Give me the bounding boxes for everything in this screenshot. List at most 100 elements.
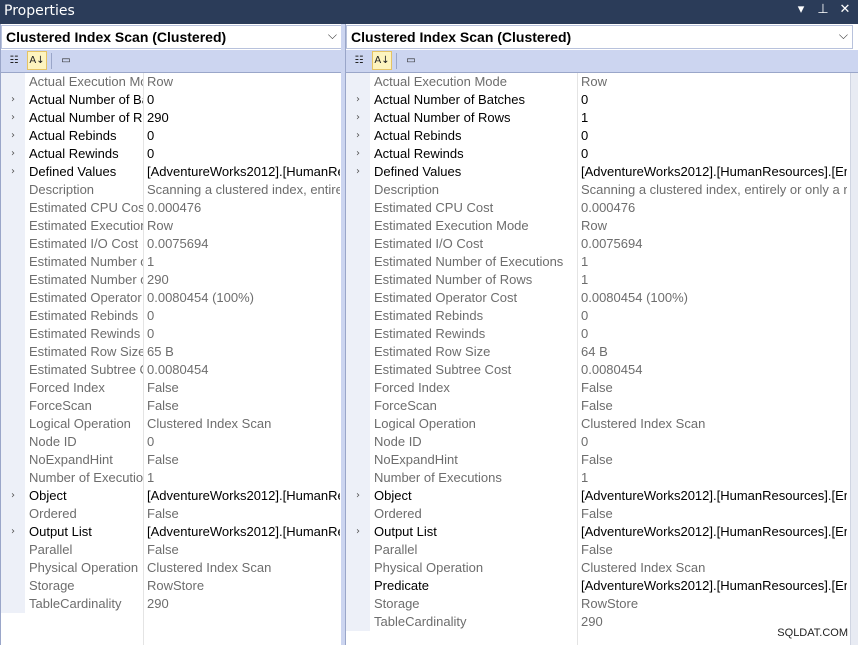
chevron-down-icon[interactable]: ⌵ <box>328 28 337 43</box>
property-value[interactable]: 0 <box>147 128 340 143</box>
categorized-icon[interactable]: ☷ <box>5 52 23 69</box>
property-row[interactable]: Estimated Row Size 64 B <box>346 343 849 361</box>
property-row[interactable]: Estimated Operator Cost 0.0080454 (100%) <box>1 289 342 307</box>
property-value[interactable]: 1 <box>581 110 847 125</box>
column-divider[interactable] <box>143 73 144 645</box>
property-row[interactable]: Forced Index False <box>1 379 342 397</box>
property-value[interactable]: 0.0075694 <box>581 236 847 251</box>
property-row[interactable]: Storage RowStore <box>1 577 342 595</box>
property-row[interactable]: Estimated CPU Cost 0.000476 <box>346 199 849 217</box>
property-row[interactable]: › Actual Rewinds 0 <box>1 145 342 163</box>
property-value[interactable]: 64 B <box>581 344 847 359</box>
property-row[interactable]: Node ID 0 <box>346 433 849 451</box>
property-pages-icon[interactable]: ▭ <box>402 52 420 69</box>
property-value[interactable]: 290 <box>147 596 340 611</box>
property-value[interactable]: 0 <box>581 308 847 323</box>
property-value[interactable]: 65 B <box>147 344 340 359</box>
expand-chevron-icon[interactable]: › <box>346 127 370 145</box>
property-value[interactable]: False <box>147 398 340 413</box>
property-row[interactable]: NoExpandHint False <box>346 451 849 469</box>
expand-chevron-icon[interactable]: › <box>1 487 25 505</box>
expand-chevron-icon[interactable]: › <box>1 91 25 109</box>
property-value[interactable]: 0 <box>147 308 340 323</box>
property-row[interactable]: › Actual Rebinds 0 <box>1 127 342 145</box>
property-row[interactable]: Description Scanning a clustered index, e… <box>346 181 849 199</box>
property-value[interactable]: Clustered Index Scan <box>147 416 340 431</box>
property-row[interactable]: Actual Execution Mode Row <box>346 73 849 91</box>
property-value[interactable]: RowStore <box>147 578 340 593</box>
property-row[interactable]: Number of Executions 1 <box>1 469 342 487</box>
property-value[interactable]: 0.0080454 <box>147 362 340 377</box>
property-row[interactable]: Estimated Row Size 65 B <box>1 343 342 361</box>
alphabetical-icon[interactable]: A↓ <box>372 51 392 70</box>
property-value[interactable]: 0.0080454 (100%) <box>147 290 340 305</box>
expand-chevron-icon[interactable]: › <box>346 109 370 127</box>
property-row[interactable]: Estimated Operator Cost 0.0080454 (100%) <box>346 289 849 307</box>
property-row[interactable]: Estimated Subtree Cost 0.0080454 <box>1 361 342 379</box>
property-value[interactable]: Row <box>147 218 340 233</box>
property-value[interactable]: 0.0080454 <box>581 362 847 377</box>
property-value[interactable]: [AdventureWorks2012].[HumanResources].[E… <box>581 524 847 539</box>
property-value[interactable]: False <box>581 452 847 467</box>
property-row[interactable]: Forced Index False <box>346 379 849 397</box>
property-value[interactable]: Clustered Index Scan <box>147 560 340 575</box>
property-pages-icon[interactable]: ▭ <box>57 52 75 69</box>
property-row[interactable]: › Actual Number of Rows 290 <box>1 109 342 127</box>
property-row[interactable]: Number of Executions 1 <box>346 469 849 487</box>
property-row[interactable]: TableCardinality 290 <box>1 595 342 613</box>
property-row[interactable]: › Actual Rebinds 0 <box>346 127 849 145</box>
property-value[interactable]: 0 <box>581 434 847 449</box>
property-value[interactable]: [AdventureWorks2012].[HumanResources].[E… <box>147 164 340 179</box>
property-value[interactable]: False <box>147 452 340 467</box>
property-row[interactable]: Estimated Rebinds 0 <box>346 307 849 325</box>
property-row[interactable]: › Output List [AdventureWorks2012].[HumanR… <box>1 523 342 541</box>
property-value[interactable]: False <box>581 398 847 413</box>
property-row[interactable]: Predicate [AdventureWorks2012].[HumanReso… <box>346 577 849 595</box>
property-value[interactable]: 290 <box>147 110 340 125</box>
property-value[interactable]: 0.000476 <box>581 200 847 215</box>
property-value[interactable]: 0 <box>581 326 847 341</box>
property-value[interactable]: 0.0075694 <box>147 236 340 251</box>
property-value[interactable]: [AdventureWorks2012].[HumanResources].[E… <box>147 488 340 503</box>
expand-chevron-icon[interactable]: › <box>1 109 25 127</box>
property-row[interactable]: Estimated CPU Cost 0.000476 <box>1 199 342 217</box>
property-row[interactable]: Ordered False <box>346 505 849 523</box>
property-value[interactable]: RowStore <box>581 596 847 611</box>
property-row[interactable]: Estimated Number of Executions 1 <box>1 253 342 271</box>
property-value[interactable]: False <box>147 506 340 521</box>
property-value[interactable]: 0.000476 <box>147 200 340 215</box>
property-value[interactable]: False <box>581 380 847 395</box>
property-value[interactable]: 1 <box>581 470 847 485</box>
property-row[interactable]: › Defined Values [AdventureWorks2012].[Hum… <box>346 163 849 181</box>
property-row[interactable]: › Defined Values [AdventureWorks2012].[Hum… <box>1 163 342 181</box>
property-row[interactable]: › Actual Rewinds 0 <box>346 145 849 163</box>
property-value[interactable]: 0 <box>581 92 847 107</box>
property-value[interactable]: False <box>581 506 847 521</box>
expand-chevron-icon[interactable]: › <box>346 487 370 505</box>
property-row[interactable]: Estimated Number of Executions 1 <box>346 253 849 271</box>
property-row[interactable]: Physical Operation Clustered Index Scan <box>1 559 342 577</box>
property-value[interactable]: Row <box>581 218 847 233</box>
property-value[interactable]: Scanning a clustered index, entirely or … <box>147 182 340 197</box>
expand-chevron-icon[interactable]: › <box>346 163 370 181</box>
property-value[interactable]: [AdventureWorks2012].[HumanResources].[E… <box>581 488 847 503</box>
property-row[interactable]: Estimated Execution Mode Row <box>1 217 342 235</box>
expand-chevron-icon[interactable]: › <box>1 145 25 163</box>
expand-chevron-icon[interactable]: › <box>1 523 25 541</box>
property-value[interactable]: [AdventureWorks2012].[HumanResources].[E… <box>147 524 340 539</box>
expand-chevron-icon[interactable]: › <box>346 145 370 163</box>
property-row[interactable]: ForceScan False <box>1 397 342 415</box>
property-row[interactable]: › Actual Number of Batches 0 <box>1 91 342 109</box>
pin-icon[interactable]: ⊥ <box>816 2 830 17</box>
vertical-scrollbar[interactable] <box>850 73 858 645</box>
property-row[interactable]: › Object [AdventureWorks2012].[HumanResour… <box>1 487 342 505</box>
property-value[interactable]: Clustered Index Scan <box>581 416 847 431</box>
property-value[interactable]: 0.0080454 (100%) <box>581 290 847 305</box>
close-icon[interactable]: ✕ <box>838 2 852 17</box>
property-row[interactable]: Estimated I/O Cost 0.0075694 <box>346 235 849 253</box>
property-value[interactable]: False <box>147 542 340 557</box>
property-row[interactable]: Node ID 0 <box>1 433 342 451</box>
property-row[interactable]: Estimated Rewinds 0 <box>346 325 849 343</box>
property-row[interactable]: Description Scanning a clustered index, e… <box>1 181 342 199</box>
property-value[interactable]: [AdventureWorks2012].[HumanResources].[E… <box>581 578 847 593</box>
